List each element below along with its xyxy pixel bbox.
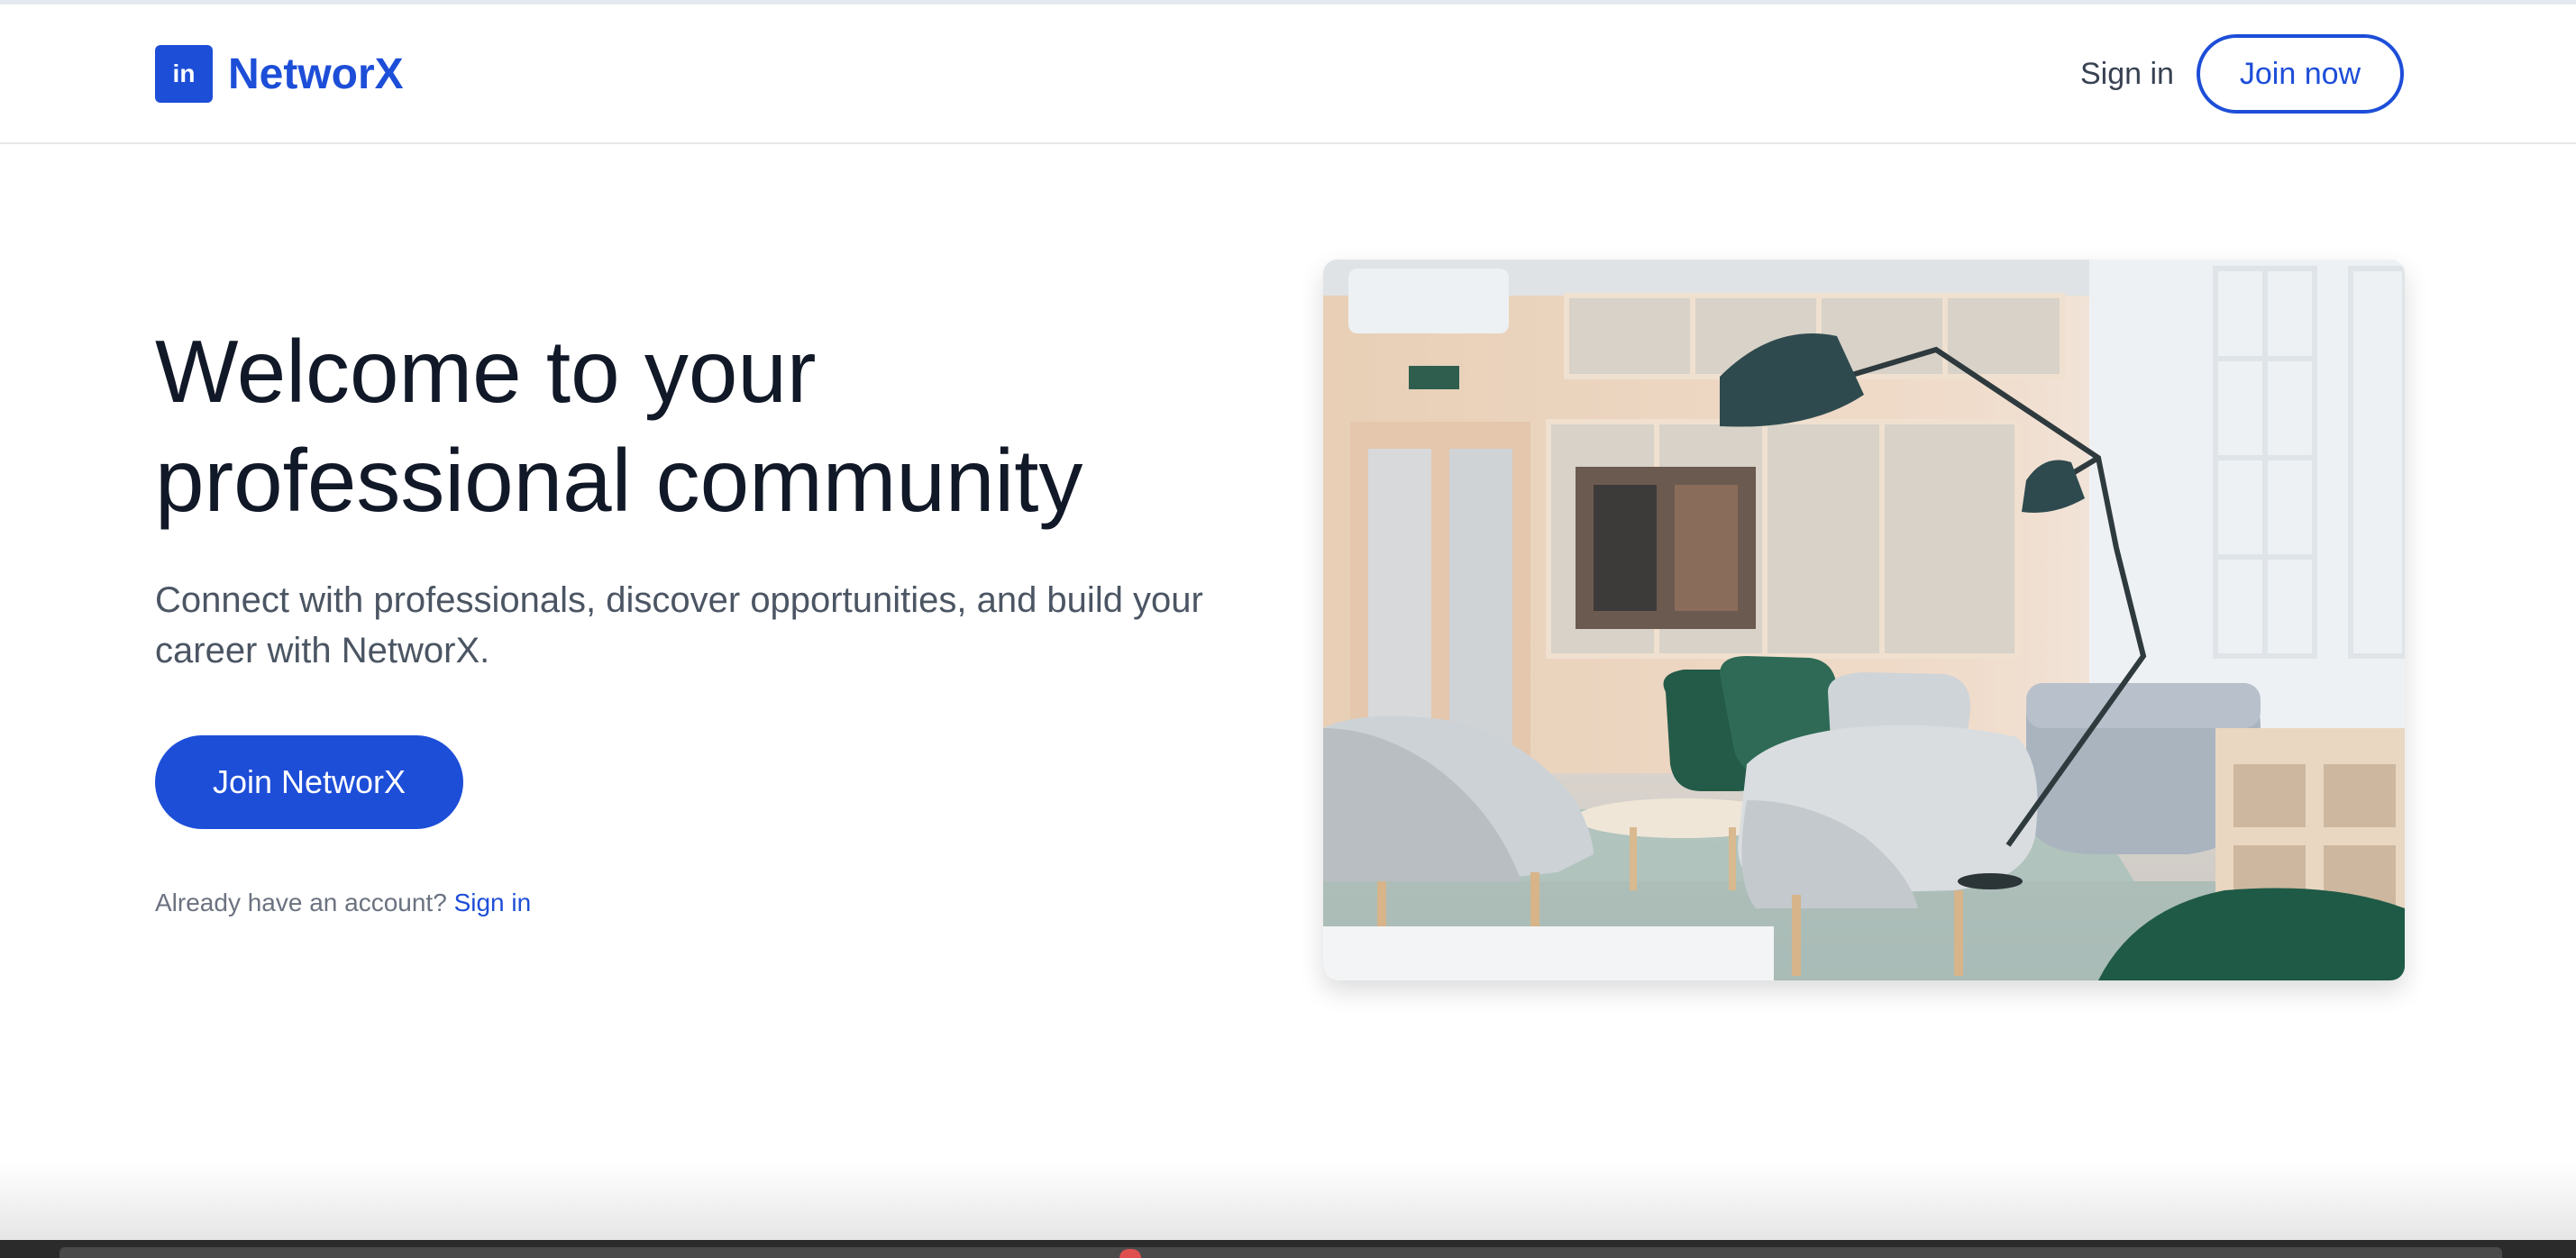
site-header: in NetworX Sign in Join now <box>0 5 2576 144</box>
signin-prompt-text: Already have an account? <box>155 889 447 916</box>
os-taskbar-inner <box>59 1247 2502 1258</box>
os-taskbar <box>0 1240 2576 1258</box>
page-bottom-fade <box>0 1162 2576 1240</box>
brand-name: NetworX <box>228 50 404 98</box>
brand-logo[interactable]: in NetworX <box>155 45 404 103</box>
hero-sign-in-link[interactable]: Sign in <box>454 889 532 916</box>
office-lounge-illustration <box>1323 260 2405 980</box>
hero-title: Welcome to your professional community <box>155 322 1083 530</box>
hero-image <box>1323 260 2405 980</box>
signin-prompt: Already have an account? Sign in <box>155 889 531 917</box>
hero-subtitle: Connect with professionals, discover opp… <box>155 580 1203 670</box>
join-now-button[interactable]: Join now <box>2197 34 2404 114</box>
nav-sign-in-link[interactable]: Sign in <box>2080 57 2174 92</box>
logo-mark-icon: in <box>155 45 213 103</box>
record-indicator-icon <box>1119 1249 1141 1258</box>
join-networx-button[interactable]: Join NetworX <box>155 735 463 829</box>
